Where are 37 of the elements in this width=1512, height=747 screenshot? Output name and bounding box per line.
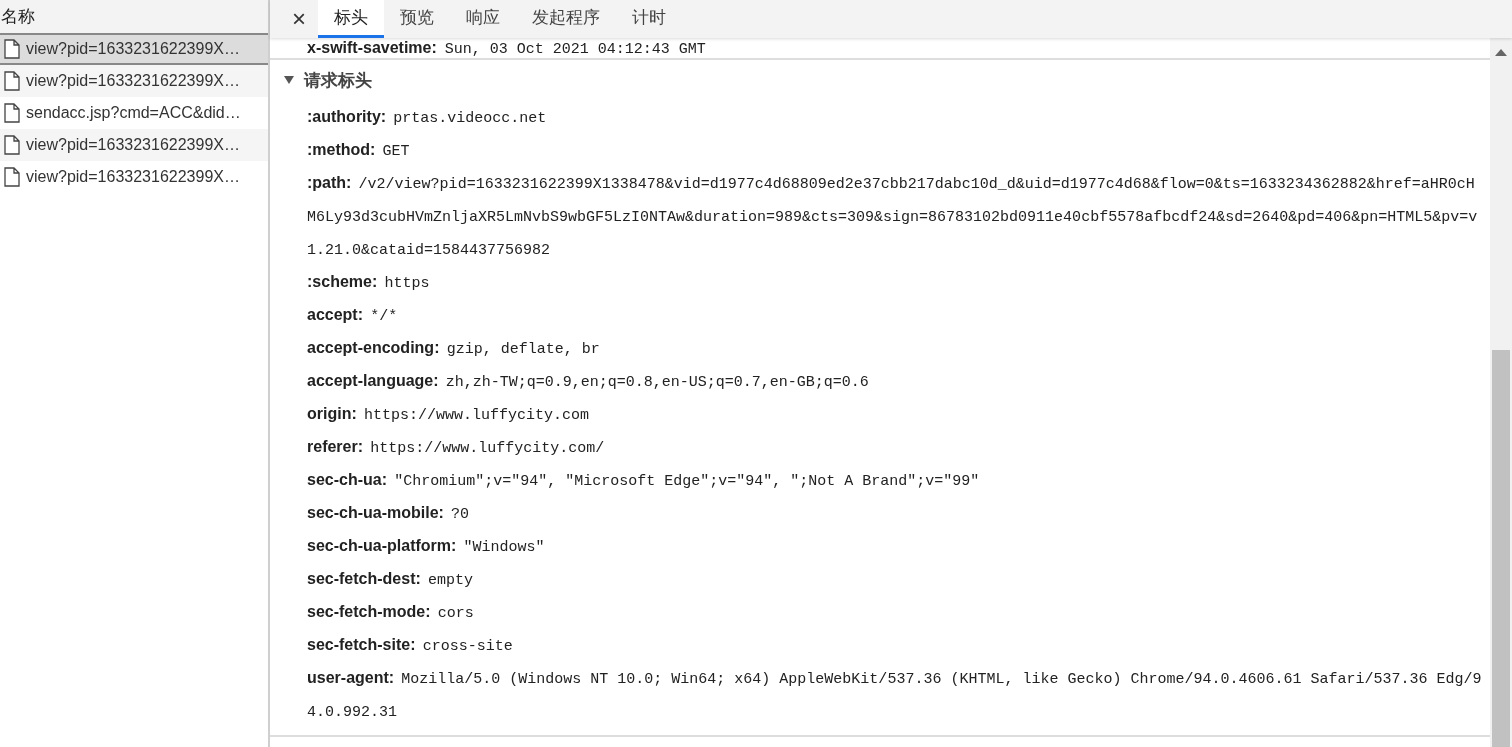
header-line: sec-fetch-dest: empty	[307, 569, 474, 591]
header-line: accept-encoding: gzip, deflate, br	[307, 338, 601, 360]
file-icon	[4, 71, 20, 91]
scrollbar-thumb[interactable]	[1492, 350, 1510, 747]
header-line: accept: */*	[307, 305, 399, 327]
scroll-up-icon[interactable]	[1495, 48, 1507, 56]
close-button[interactable]: ×	[280, 0, 318, 38]
file-icon	[4, 39, 20, 59]
header-line: :scheme: https	[307, 272, 431, 294]
tab[interactable]: 响应	[450, 0, 516, 38]
tab[interactable]: 预览	[384, 0, 450, 38]
header-line: origin: https://www.luffycity.com	[307, 404, 590, 426]
header-value: Sun, 03 Oct 2021 04:12:43 GMT	[444, 41, 706, 58]
scrollbar[interactable]	[1490, 38, 1512, 747]
request-item[interactable]: view?pid=1633231622399X…	[0, 65, 268, 97]
header-line: sec-fetch-mode: cors	[307, 602, 475, 624]
header-line: sec-fetch-site: cross-site	[307, 635, 514, 657]
tab[interactable]: 发起程序	[516, 0, 616, 38]
header-line: :authority: prtas.videocc.net	[307, 107, 548, 129]
header-line: accept-language: zh,zh-TW;q=0.9,en;q=0.8,en-US;q=0.7,en-GB;q=0.6	[307, 371, 870, 393]
column-header: 名称	[1, 6, 35, 28]
file-icon	[4, 135, 20, 155]
header-name: x-swift-savetime:	[307, 39, 437, 56]
header-line: referer: https://www.luffycity.com/	[307, 437, 606, 459]
header-line: :method: GET	[307, 140, 411, 162]
tab[interactable]: 标头	[318, 0, 384, 38]
header-line: user-agent: Mozilla/5.0 (Windows NT 10.0; Win64; x64) AppleWebKit/537.36 (KHTML, like Gecko) Chrome/94.0.4606.61 Safari/537.36 Edg/94.0.992.31	[307, 668, 1482, 723]
file-icon	[4, 167, 20, 187]
header-line: sec-ch-ua: "Chromium";v="94", "Microsoft Edge";v="94", ";Not A Brand";v="99"	[307, 470, 981, 492]
header-line: sec-ch-ua-mobile: ?0	[307, 503, 471, 525]
request-item[interactable]: view?pid=1633231622399X…	[0, 33, 268, 65]
triangle-icon	[283, 75, 295, 85]
request-item[interactable]: view?pid=1633231622399X…	[0, 129, 268, 161]
file-icon	[4, 103, 20, 123]
section-header[interactable]: 请求标头	[283, 60, 1482, 100]
tab[interactable]: 计时	[616, 0, 682, 38]
header-line: sec-ch-ua-platform: "Windows"	[307, 536, 546, 558]
